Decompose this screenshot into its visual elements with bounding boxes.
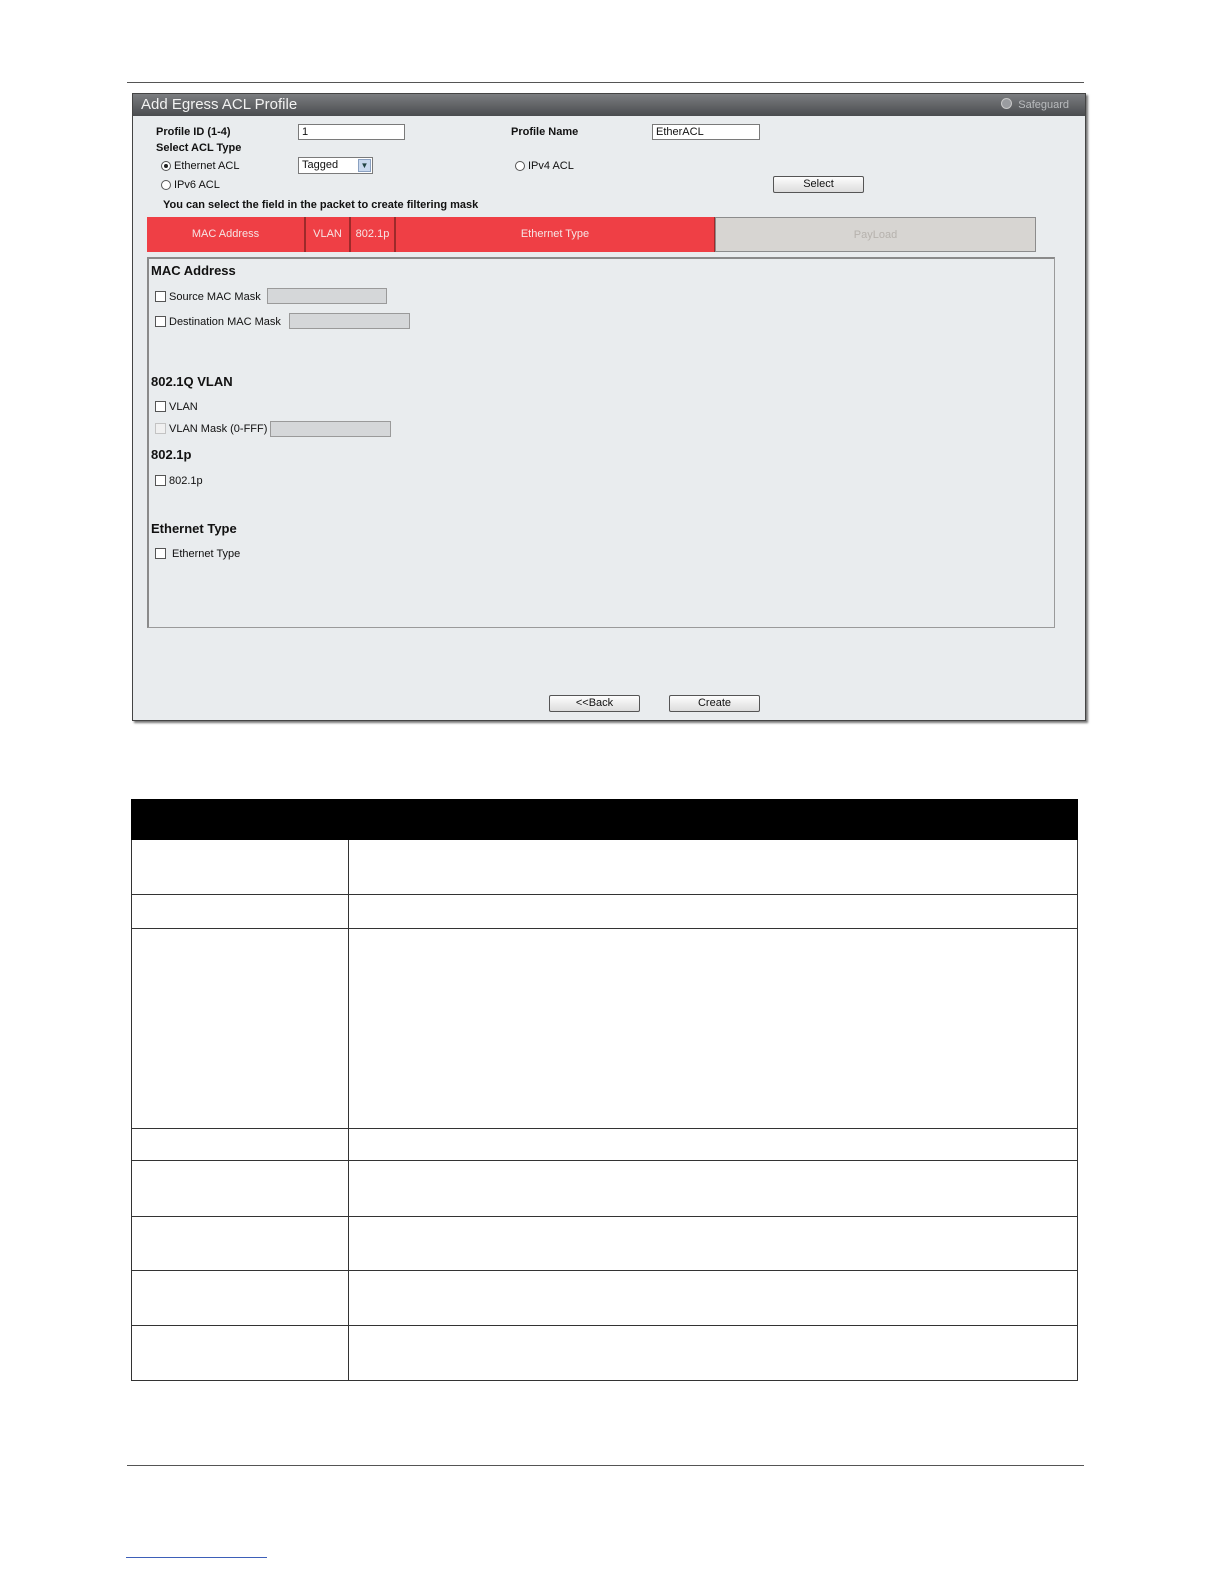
- table-cell: [348, 839, 1078, 895]
- filtering-mask-panel: MAC Address Source MAC Mask Destination …: [147, 257, 1055, 628]
- dot1p-heading: 802.1p: [151, 447, 192, 462]
- footer-link-underline: [126, 1557, 267, 1558]
- ethernet-type-checkbox[interactable]: [155, 548, 166, 559]
- profile-name-label: Profile Name: [511, 126, 579, 138]
- window-titlebar: Add Egress ACL Profile Safeguard: [133, 94, 1085, 116]
- table-cell: [348, 1270, 1078, 1326]
- table-cell: [131, 928, 349, 1129]
- table-header-row: [131, 799, 1078, 840]
- parameter-description-table: [131, 799, 1078, 1381]
- table-cell: [348, 1160, 1078, 1217]
- vlan-mask-input[interactable]: [270, 421, 391, 437]
- table-cell: [131, 894, 349, 929]
- select-button[interactable]: Select: [773, 176, 864, 193]
- table-row: [131, 894, 1078, 929]
- tag-select[interactable]: Tagged ▼: [298, 157, 373, 174]
- table-cell: [131, 839, 349, 895]
- table-cell: [131, 1216, 349, 1271]
- safeguard-indicator: Safeguard: [1001, 98, 1069, 111]
- create-button[interactable]: Create: [669, 695, 760, 712]
- mac-address-heading: MAC Address: [151, 263, 236, 278]
- ethernet-type-label: Ethernet Type: [172, 548, 241, 560]
- vlan-mask-checkbox[interactable]: [155, 423, 166, 434]
- ethernet-acl-label: Ethernet ACL: [174, 160, 240, 172]
- packet-field-ethernet-type[interactable]: Ethernet Type: [396, 217, 716, 252]
- table-row: [131, 928, 1078, 1129]
- ipv4-acl-radio[interactable]: [515, 161, 525, 171]
- select-acl-type-label: Select ACL Type: [156, 142, 242, 154]
- table-row: [131, 1216, 1078, 1271]
- footer-rule: [127, 1465, 1084, 1466]
- table-row: [131, 1160, 1078, 1217]
- table-cell: [131, 1270, 349, 1326]
- source-mac-mask-checkbox[interactable]: [155, 291, 166, 302]
- vlan-label: VLAN: [169, 401, 198, 413]
- profile-id-label: Profile ID (1-4): [156, 126, 231, 138]
- table-header-cell: [131, 799, 349, 840]
- window-title: Add Egress ACL Profile: [141, 96, 298, 113]
- header-rule: [127, 82, 1084, 83]
- table-cell: [348, 1325, 1078, 1381]
- table-cell: [348, 1128, 1078, 1161]
- destination-mac-mask-input[interactable]: [289, 313, 410, 329]
- destination-mac-mask-label: Destination MAC Mask: [169, 316, 281, 328]
- table-cell: [131, 1160, 349, 1217]
- dot1p-label: 802.1p: [169, 475, 203, 487]
- table-cell: [348, 894, 1078, 929]
- ipv4-acl-label: IPv4 ACL: [528, 160, 574, 172]
- table-header-cell: [348, 799, 1078, 840]
- packet-field-8021p[interactable]: 802.1p: [351, 217, 396, 252]
- profile-name-input[interactable]: [652, 124, 760, 140]
- back-button[interactable]: <<Back: [549, 695, 640, 712]
- dot1p-checkbox[interactable]: [155, 475, 166, 486]
- packet-field-payload: PayLoad: [715, 217, 1036, 252]
- table-cell: [348, 928, 1078, 1129]
- safeguard-label: Safeguard: [1018, 99, 1069, 111]
- ethernet-acl-radio[interactable]: [161, 161, 171, 171]
- vlan-checkbox[interactable]: [155, 401, 166, 412]
- vlan-mask-label: VLAN Mask (0-FFF): [169, 423, 268, 435]
- source-mac-mask-label: Source MAC Mask: [169, 291, 261, 303]
- source-mac-mask-input[interactable]: [267, 288, 387, 304]
- ipv6-acl-radio[interactable]: [161, 180, 171, 190]
- vlan-heading: 802.1Q VLAN: [151, 374, 233, 389]
- table-row: [131, 839, 1078, 895]
- tag-select-value: Tagged: [302, 159, 339, 171]
- ethernet-type-heading: Ethernet Type: [151, 521, 237, 536]
- instruction-text: You can select the field in the packet t…: [163, 199, 479, 211]
- table-cell: [131, 1128, 349, 1161]
- chevron-down-icon: ▼: [358, 159, 371, 172]
- table-row: [131, 1325, 1078, 1381]
- packet-field-mac-address[interactable]: MAC Address: [147, 217, 306, 252]
- table-cell: [348, 1216, 1078, 1271]
- table-row: [131, 1270, 1078, 1326]
- table-row: [131, 1128, 1078, 1161]
- destination-mac-mask-checkbox[interactable]: [155, 316, 166, 327]
- safeguard-icon: [1001, 98, 1013, 109]
- table-cell: [131, 1325, 349, 1381]
- packet-field-vlan[interactable]: VLAN: [306, 217, 351, 252]
- profile-id-input[interactable]: [298, 124, 405, 140]
- add-egress-acl-profile-window: Add Egress ACL Profile Safeguard Profile…: [132, 93, 1086, 721]
- ipv6-acl-label: IPv6 ACL: [174, 179, 220, 191]
